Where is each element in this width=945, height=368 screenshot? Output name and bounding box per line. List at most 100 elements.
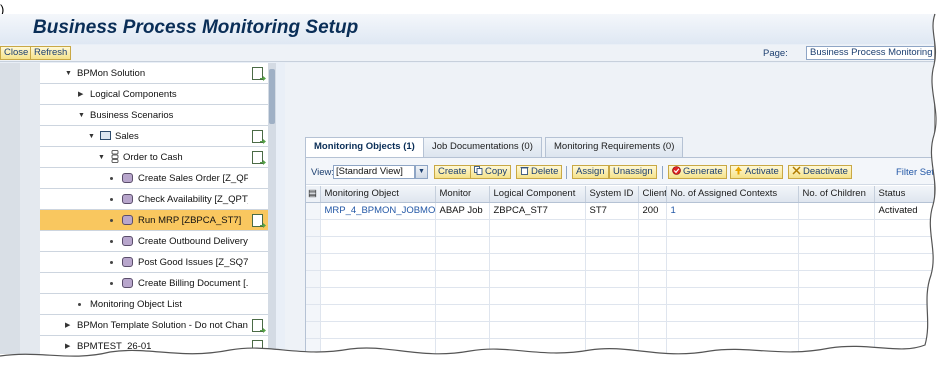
row-selector[interactable] [306, 253, 321, 271]
assign-document-icon[interactable] [252, 151, 263, 164]
tree-item-bpmon-template-solution[interactable]: ▶ BPMon Template Solution - Do not Chang… [40, 315, 259, 336]
table-cell [585, 287, 639, 305]
deactivate-button[interactable]: Deactivate [788, 165, 852, 179]
table-cell [320, 236, 436, 254]
column-header-system-id[interactable]: System ID [585, 186, 639, 203]
toolbar-separator [566, 166, 567, 179]
assign-button[interactable]: Assign [572, 165, 609, 179]
table-header-row: ▤ Monitoring Object Monitor Logical Comp… [306, 186, 934, 203]
row-selector[interactable] [306, 202, 321, 220]
monitoring-object-link[interactable]: MRP_4_BPMON_JOBMON [320, 202, 436, 220]
unassign-button[interactable]: Unassign [609, 165, 657, 179]
table-cell [798, 202, 875, 220]
copy-button[interactable]: Copy [470, 165, 512, 179]
row-selector[interactable] [306, 287, 321, 305]
tab-monitoring-requirements[interactable]: Monitoring Requirements (0) [545, 137, 684, 157]
table-row[interactable] [306, 253, 934, 271]
assigned-contexts-link[interactable]: 1 [666, 202, 799, 220]
tree-action-cell [248, 294, 268, 315]
table-cell [320, 219, 436, 237]
tree-item-business-scenarios[interactable]: ▼ Business Scenarios [40, 105, 248, 126]
expanded-arrow-icon[interactable]: ▼ [65, 70, 73, 78]
table-row[interactable] [306, 236, 934, 254]
page-select[interactable]: Business Process Monitoring Setup [806, 46, 934, 60]
assign-document-icon[interactable] [252, 340, 263, 353]
create-button[interactable]: Create [434, 165, 471, 179]
tree-item-create-outbound-delivery[interactable]: Create Outbound Delivery... [40, 231, 255, 252]
column-header-children[interactable]: No. of Children [798, 186, 875, 203]
table-cell [798, 338, 875, 354]
row-selector[interactable] [306, 219, 321, 237]
row-selector[interactable] [306, 338, 321, 354]
column-header-logical-component[interactable]: Logical Component [489, 186, 586, 203]
collapsed-arrow-icon[interactable]: ▶ [65, 322, 73, 330]
top-toolbar: Close Refresh Page: Business Process Mon… [0, 45, 934, 62]
delete-button[interactable]: Delete [516, 165, 563, 179]
filter-settings-link[interactable]: Filter Settings [896, 167, 934, 178]
table-cell [489, 219, 586, 237]
tab-monitoring-objects[interactable]: Monitoring Objects (1) [305, 137, 424, 158]
assign-document-icon[interactable] [252, 319, 263, 332]
tree-item-create-sales-order[interactable]: Create Sales Order [Z_QPT] [40, 168, 258, 189]
collapsed-arrow-icon[interactable]: ▶ [65, 343, 73, 351]
table-row[interactable] [306, 270, 934, 288]
tree-item-run-mrp[interactable]: Run MRP [ZBPCA_ST7] [40, 210, 248, 231]
column-header-assigned-contexts[interactable]: No. of Assigned Contexts [666, 186, 799, 203]
tree-scrollbar[interactable] [268, 63, 276, 354]
tree-item-label: BPMon Solution [77, 68, 146, 79]
collapsed-arrow-icon[interactable]: ▶ [78, 91, 86, 99]
column-header-monitor[interactable]: Monitor [435, 186, 490, 203]
select-all-icon[interactable]: ▤ [306, 186, 321, 203]
assign-document-icon[interactable] [252, 130, 263, 143]
table-row[interactable]: MRP_4_BPMON_JOBMON ABAP Job ZBPCA_ST7 ST… [306, 202, 934, 220]
activate-button[interactable]: Activate [730, 165, 783, 179]
expanded-arrow-icon[interactable]: ▼ [78, 112, 86, 120]
assign-document-icon[interactable] [252, 214, 263, 227]
tree-item-label: Sales [115, 131, 139, 142]
assign-document-icon[interactable] [252, 67, 263, 80]
tree-item-sales[interactable]: ▼ Sales [40, 126, 248, 147]
tree-scrollbar-thumb[interactable] [269, 69, 275, 124]
chevron-down-icon[interactable]: ▼ [415, 165, 428, 179]
tree-item-label: Check Availability [Z_QPT] [138, 194, 251, 205]
expanded-arrow-icon[interactable]: ▼ [98, 154, 106, 162]
table-row[interactable] [306, 321, 934, 339]
table-row[interactable] [306, 304, 934, 322]
table-row[interactable] [306, 338, 934, 354]
table-cell [320, 270, 436, 288]
tree-item-bpmon-solution[interactable]: ▼ BPMon Solution [40, 63, 248, 84]
expanded-arrow-icon[interactable]: ▼ [88, 133, 96, 141]
column-header-client[interactable]: Client [638, 186, 667, 203]
process-step-icon [122, 257, 133, 267]
tree-item-logical-components[interactable]: ▶ Logical Components [40, 84, 248, 105]
column-header-status[interactable]: Status [874, 186, 934, 203]
table-cell [666, 270, 799, 288]
tree-action-cell [248, 84, 268, 105]
tree-item-bpmtest[interactable]: ▶ BPMTEST_26-01 [40, 336, 248, 354]
refresh-button[interactable]: Refresh [30, 46, 72, 60]
close-button[interactable]: Close [0, 46, 33, 60]
table-cell [874, 270, 934, 288]
table-cell [666, 236, 799, 254]
table-cell [320, 287, 436, 305]
table-row[interactable] [306, 219, 934, 237]
table-row[interactable] [306, 287, 934, 305]
tree-item-monitoring-object-list[interactable]: Monitoring Object List [40, 294, 248, 315]
table-cell [798, 219, 875, 237]
tree-item-order-to-cash[interactable]: ▼ Order to Cash [40, 147, 248, 168]
table-cell [585, 338, 639, 354]
tree-item-check-availability[interactable]: Check Availability [Z_QPT] [40, 189, 251, 210]
row-selector[interactable] [306, 270, 321, 288]
deactivate-icon [792, 166, 801, 175]
row-selector[interactable] [306, 321, 321, 339]
tree-item-label: Create Sales Order [Z_QPT] [138, 173, 259, 184]
table-cell [798, 321, 875, 339]
generate-button[interactable]: Generate [668, 165, 727, 179]
tree-item-post-good-issues[interactable]: Post Good Issues [Z_SQ7] [40, 252, 251, 273]
column-header-monitoring-object[interactable]: Monitoring Object [320, 186, 436, 203]
tab-job-documentations[interactable]: Job Documentations (0) [423, 137, 542, 157]
row-selector[interactable] [306, 236, 321, 254]
view-select[interactable]: [Standard View] [333, 165, 415, 179]
tree-item-create-billing-document[interactable]: Create Billing Document [... [40, 273, 254, 294]
row-selector[interactable] [306, 304, 321, 322]
